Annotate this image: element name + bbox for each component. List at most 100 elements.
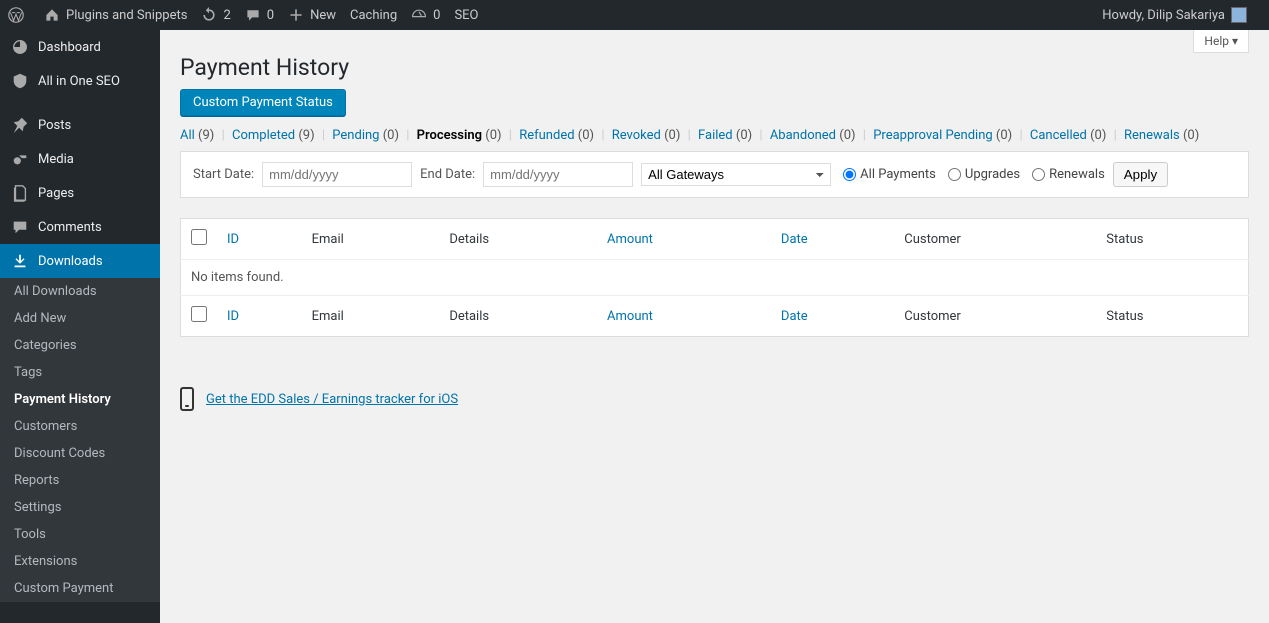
menu-label: Downloads <box>38 254 103 269</box>
gateway-select[interactable]: All Gateways <box>641 163 831 186</box>
submenu-settings[interactable]: Settings <box>0 494 160 521</box>
caching-label: Caching <box>350 8 397 23</box>
filter-renewals[interactable]: Renewals <box>1124 128 1180 143</box>
menu-label: Comments <box>38 220 102 235</box>
shield-icon <box>10 72 30 90</box>
page-title: Payment History <box>180 54 1249 81</box>
howdy-text: Howdy, Dilip Sakariya <box>1102 8 1225 23</box>
download-icon <box>10 252 30 270</box>
col-email-foot: Email <box>302 296 440 337</box>
filter-refunded[interactable]: Refunded <box>519 128 574 143</box>
col-date[interactable]: Date <box>781 232 808 247</box>
menu-pages[interactable]: Pages <box>0 176 160 210</box>
submenu-categories[interactable]: Categories <box>0 332 160 359</box>
comments-count: 0 <box>267 8 274 23</box>
menu-posts[interactable]: Posts <box>0 108 160 142</box>
select-all-top[interactable] <box>191 229 207 245</box>
filter-preapproval[interactable]: Preapproval Pending <box>873 128 992 143</box>
start-date-label: Start Date: <box>193 167 254 182</box>
no-items-text: No items found. <box>181 260 1249 296</box>
menu-aioseo[interactable]: All in One SEO <box>0 64 160 98</box>
menu-separator <box>0 98 160 108</box>
submenu-reports[interactable]: Reports <box>0 467 160 494</box>
submenu-payment-history[interactable]: Payment History <box>0 386 160 413</box>
filter-pending[interactable]: Pending <box>332 128 379 143</box>
submenu-customers[interactable]: Customers <box>0 413 160 440</box>
menu-downloads[interactable]: Downloads <box>0 244 160 278</box>
submenu-tags[interactable]: Tags <box>0 359 160 386</box>
filter-abandoned[interactable]: Abandoned <box>770 128 836 143</box>
payments-table: ID Email Details Amount Date Customer St… <box>180 218 1249 337</box>
menu-dashboard[interactable]: Dashboard <box>0 30 160 64</box>
apply-button[interactable]: Apply <box>1113 162 1168 187</box>
performance-count: 0 <box>433 8 440 23</box>
filter-revoked[interactable]: Revoked <box>612 128 661 143</box>
col-amount[interactable]: Amount <box>607 232 653 247</box>
menu-media[interactable]: Media <box>0 142 160 176</box>
end-date-input[interactable] <box>483 162 633 187</box>
admin-sidebar: Dashboard All in One SEO Posts Media Pag… <box>0 30 160 623</box>
site-name: Plugins and Snippets <box>66 8 187 23</box>
radio-all-payments[interactable] <box>843 168 856 181</box>
submenu-custom-payment[interactable]: Custom Payment <box>0 575 160 602</box>
seo-label: SEO <box>454 8 478 23</box>
end-date-label: End Date: <box>420 167 475 182</box>
comment-icon <box>10 218 30 236</box>
admin-toolbar: Plugins and Snippets 2 0 New Caching 0 S… <box>0 0 1269 30</box>
account-link[interactable]: Howdy, Dilip Sakariya <box>1102 7 1247 23</box>
status-filter-links: All (9) | Completed (9) | Pending (0) | … <box>180 128 1249 143</box>
col-email: Email <box>302 219 440 260</box>
radio-renewals-label: Renewals <box>1049 167 1105 182</box>
menu-label: Dashboard <box>38 40 101 55</box>
filter-processing[interactable]: Processing <box>417 128 482 143</box>
radio-renewals[interactable] <box>1032 168 1045 181</box>
radio-all-label: All Payments <box>860 167 936 182</box>
help-tab[interactable]: Help ▾ <box>1193 30 1249 53</box>
updates-link[interactable]: 2 <box>201 7 230 23</box>
menu-label: All in One SEO <box>38 74 120 89</box>
site-link[interactable]: Plugins and Snippets <box>44 7 187 23</box>
col-id-foot[interactable]: ID <box>227 309 239 324</box>
col-date-foot[interactable]: Date <box>781 309 808 324</box>
col-id[interactable]: ID <box>227 232 239 247</box>
col-customer: Customer <box>894 219 1096 260</box>
submenu-discount-codes[interactable]: Discount Codes <box>0 440 160 467</box>
filter-failed[interactable]: Failed <box>698 128 733 143</box>
select-all-bottom[interactable] <box>191 306 207 322</box>
dashboard-icon <box>10 38 30 56</box>
filter-cancelled[interactable]: Cancelled <box>1030 128 1087 143</box>
performance-link[interactable]: 0 <box>411 7 440 23</box>
comments-link[interactable]: 0 <box>245 7 274 23</box>
plus-icon <box>288 7 304 23</box>
col-customer-foot: Customer <box>894 296 1096 337</box>
menu-label: Pages <box>38 186 74 201</box>
submenu-extensions[interactable]: Extensions <box>0 548 160 575</box>
media-icon <box>10 150 30 168</box>
new-content-link[interactable]: New <box>288 7 336 23</box>
seo-link[interactable]: SEO <box>454 8 478 23</box>
phone-icon <box>180 387 194 411</box>
submenu-all-downloads[interactable]: All Downloads <box>0 278 160 305</box>
menu-comments[interactable]: Comments <box>0 210 160 244</box>
radio-upgrades[interactable] <box>948 168 961 181</box>
wp-logo[interactable] <box>8 7 30 23</box>
wordpress-icon <box>8 7 24 23</box>
updates-count: 2 <box>223 8 230 23</box>
update-icon <box>201 7 217 23</box>
caching-link[interactable]: Caching <box>350 8 397 23</box>
ios-tracker-link[interactable]: Get the EDD Sales / Earnings tracker for… <box>206 392 458 407</box>
col-details: Details <box>439 219 597 260</box>
submenu-tools[interactable]: Tools <box>0 521 160 548</box>
submenu-add-new[interactable]: Add New <box>0 305 160 332</box>
page-icon <box>10 184 30 202</box>
filter-form: Start Date: End Date: All Gateways All P… <box>180 151 1249 198</box>
avatar <box>1231 7 1247 23</box>
custom-payment-status-button[interactable]: Custom Payment Status <box>180 89 346 116</box>
menu-label: Media <box>38 152 74 167</box>
col-status: Status <box>1096 219 1248 260</box>
col-amount-foot[interactable]: Amount <box>607 309 653 324</box>
start-date-input[interactable] <box>262 162 412 187</box>
ios-tracker-promo: Get the EDD Sales / Earnings tracker for… <box>180 387 1249 411</box>
filter-completed[interactable]: Completed <box>232 128 295 143</box>
filter-all[interactable]: All <box>180 128 195 143</box>
